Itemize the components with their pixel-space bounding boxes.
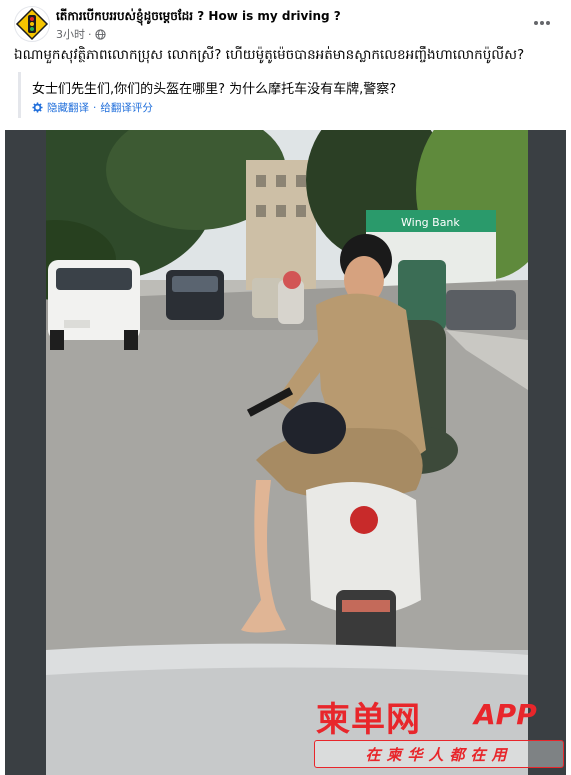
bank-sign: Wing Bank bbox=[401, 216, 460, 229]
traffic-light-icon bbox=[15, 7, 49, 41]
hide-translation-link[interactable]: 隐藏翻译 bbox=[47, 100, 89, 115]
watermark-slogan: 在柬华人都在用 bbox=[365, 746, 513, 764]
post-time[interactable]: 3小时 bbox=[56, 26, 85, 42]
translated-text: 女士们先生们,你们的头盔在哪里? 为什么摩托车没有车牌,警察? bbox=[32, 82, 397, 97]
translation-divider bbox=[18, 72, 21, 118]
street-scene-image: Wing Bank bbox=[46, 130, 528, 775]
app-watermark: 柬单网 APP 在柬华人都在用 bbox=[314, 690, 564, 770]
post-body-text: ឯណាមួកសុវត្ថិភាពលោកប្រុស លោកស្រី? ហើយម៉ូ… bbox=[14, 47, 525, 63]
translation-actions: 隐藏翻译 · 给翻译评分 bbox=[32, 100, 153, 115]
page-name-link[interactable]: តើការបើកបររបស់ខ្ញុំដូចម្ដេចដែរ ? How is … bbox=[56, 8, 341, 26]
post-photo[interactable]: Wing Bank bbox=[46, 130, 528, 775]
more-horizontal-icon bbox=[534, 21, 550, 25]
more-options-button[interactable] bbox=[533, 10, 551, 31]
gear-icon bbox=[32, 102, 43, 113]
rate-translation-link[interactable]: 给翻译评分 bbox=[100, 100, 153, 115]
translation-dot: · bbox=[93, 101, 97, 114]
post-header: តើការបើកបររបស់ខ្ញុំដូចម្ដេចដែរ ? How is … bbox=[0, 0, 571, 46]
meta-separator: · bbox=[88, 27, 92, 41]
page-avatar[interactable] bbox=[14, 6, 50, 42]
watermark-logo: 柬单网 bbox=[316, 700, 421, 740]
globe-icon bbox=[94, 28, 106, 40]
watermark-slogan-box: 在柬华人都在用 bbox=[314, 740, 564, 768]
watermark-app-label: APP bbox=[474, 698, 537, 731]
post-meta: 3小时 · bbox=[56, 26, 106, 42]
